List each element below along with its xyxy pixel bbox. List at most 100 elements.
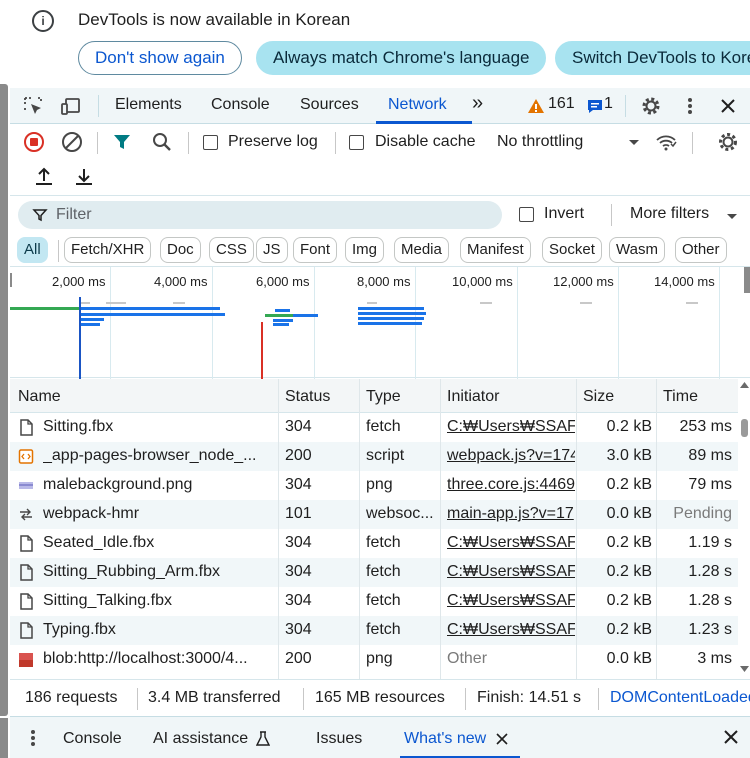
table-scrollbar[interactable] (738, 379, 750, 679)
chip-socket[interactable]: Socket (542, 237, 602, 263)
message-icon[interactable] (585, 95, 605, 117)
column-divider[interactable] (576, 379, 577, 679)
request-count: 186 requests (25, 689, 118, 706)
network-settings-gear-icon[interactable] (716, 130, 740, 154)
chip-all[interactable]: All (17, 237, 48, 263)
message-count[interactable]: 1 (604, 95, 613, 113)
chip-media[interactable]: Media (394, 237, 449, 263)
cell-initiator[interactable]: Other (447, 650, 575, 668)
drawer-tab-whats-new[interactable]: What's new (404, 730, 486, 748)
table-row[interactable]: Typing.fbx 304 fetch C:₩Users₩SSAFY₩ 0.2 kB 1… (10, 616, 738, 645)
cell-initiator[interactable]: three.core.js:4469 (447, 476, 575, 494)
network-overview-timeline[interactable]: 2,000 ms 4,000 ms 6,000 ms 8,000 ms 10,0… (10, 266, 750, 379)
cell-size: 0.2 kB (606, 563, 652, 580)
throttling-select[interactable]: No throttling (497, 133, 583, 151)
chevron-down-icon[interactable] (622, 130, 646, 154)
filter-field[interactable] (18, 201, 502, 229)
switch-devtools-language-button[interactable]: Switch DevTools to Korean (555, 41, 750, 75)
preserve-log-checkbox[interactable] (203, 135, 218, 150)
column-divider[interactable] (656, 379, 657, 679)
cell-status: 304 (285, 418, 312, 435)
network-conditions-wifi-icon[interactable] (654, 130, 678, 154)
scrollbar-thumb[interactable] (741, 419, 748, 437)
chip-img[interactable]: Img (345, 237, 385, 263)
chip-css[interactable]: CSS (209, 237, 254, 263)
tab-elements[interactable]: Elements (115, 96, 182, 114)
drawer-tab-issues[interactable]: Issues (316, 730, 362, 748)
chip-font[interactable]: Font (293, 237, 338, 263)
chip-doc[interactable]: Doc (160, 237, 201, 263)
disable-cache-label[interactable]: Disable cache (375, 133, 476, 151)
window-scrollbar[interactable] (0, 84, 8, 716)
drawer-menu-kebab-icon[interactable] (22, 727, 44, 749)
table-row[interactable]: malebackground.png 304 png three.core.js:44… (10, 471, 738, 500)
table-header: Name Status Type Initiator Size Time (10, 379, 738, 413)
scroll-down-arrow-icon[interactable] (740, 665, 749, 673)
table-row[interactable]: Sitting.fbx 304 fetch C:₩Users₩SSAFY₩ 0.2 kB… (10, 413, 738, 442)
export-har-download-icon[interactable] (72, 165, 96, 189)
drawer-tab-console[interactable]: Console (63, 730, 122, 748)
scroll-up-arrow-icon[interactable] (740, 381, 749, 389)
cell-time: Pending (673, 505, 732, 522)
filter-input[interactable] (56, 204, 486, 226)
filter-funnel-icon[interactable] (110, 130, 134, 154)
more-filters-dropdown[interactable]: More filters (630, 205, 709, 223)
table-row[interactable]: Sitting_Rubbing_Arm.fbx 304 fetch C:₩Users₩… (10, 558, 738, 587)
column-header-time[interactable]: Time (663, 388, 698, 406)
close-devtools-icon[interactable] (717, 95, 739, 117)
clear-log-icon[interactable] (60, 130, 84, 154)
table-row[interactable]: _app-pages-browser_node_... 200 script webp… (10, 442, 738, 471)
cell-initiator[interactable]: C:₩Users₩SSAFY₩ (447, 621, 575, 639)
chip-manifest[interactable]: Manifest (460, 237, 531, 263)
warning-icon[interactable] (526, 95, 546, 117)
column-divider[interactable] (359, 379, 360, 679)
import-har-upload-icon[interactable] (32, 165, 56, 189)
drawer-tab-ai-assistance[interactable]: AI assistance (153, 730, 248, 748)
chip-js[interactable]: JS (256, 237, 288, 263)
column-header-status[interactable]: Status (285, 388, 330, 406)
chip-fetch-xhr[interactable]: Fetch/XHR (64, 237, 152, 263)
column-header-type[interactable]: Type (366, 388, 401, 406)
device-toolbar-icon[interactable] (60, 95, 82, 117)
settings-gear-icon[interactable] (640, 95, 662, 117)
tab-console[interactable]: Console (211, 96, 270, 114)
cell-initiator[interactable]: C:₩Users₩SSAFY₩ (447, 592, 575, 610)
chevron-down-icon[interactable] (724, 208, 740, 224)
column-header-size[interactable]: Size (583, 388, 614, 406)
more-options-kebab-icon[interactable] (679, 95, 701, 117)
disable-cache-checkbox[interactable] (349, 135, 364, 150)
record-stop-icon[interactable] (22, 130, 46, 154)
inspect-element-icon[interactable] (22, 95, 44, 117)
websocket-icon (18, 506, 34, 523)
more-tabs-chevron-icon[interactable]: » (472, 92, 483, 115)
tab-network[interactable]: Network (388, 96, 447, 114)
cell-initiator[interactable]: C:₩Users₩SSAFY₩ (447, 418, 575, 436)
warning-count[interactable]: 161 (548, 95, 575, 113)
chip-other[interactable]: Other (675, 237, 727, 263)
table-row[interactable]: webpack-hmr 101 websoc... main-app.js?v=17 0… (10, 500, 738, 529)
invert-label[interactable]: Invert (544, 205, 584, 223)
close-tab-icon[interactable] (496, 733, 508, 745)
search-icon[interactable] (150, 130, 174, 154)
cell-initiator[interactable]: C:₩Users₩SSAFY₩ (447, 563, 575, 581)
cell-initiator[interactable]: C:₩Users₩SSAFY₩ (447, 534, 575, 552)
table-row[interactable]: Sitting_Talking.fbx 304 fetch C:₩Users₩SSAF… (10, 587, 738, 616)
table-row[interactable]: blob:http://localhost:3000/4... 200 png Oth… (10, 645, 738, 674)
cell-size: 3.0 kB (606, 447, 652, 464)
column-header-initiator[interactable]: Initiator (447, 388, 499, 406)
close-drawer-icon[interactable] (723, 729, 739, 745)
table-row[interactable]: Seated_Idle.fbx 304 fetch C:₩Users₩SSAFY₩ 0.… (10, 529, 738, 558)
cell-initiator[interactable]: main-app.js?v=17 (447, 505, 575, 523)
column-divider[interactable] (278, 379, 279, 679)
separator (465, 688, 466, 710)
preserve-log-label[interactable]: Preserve log (228, 133, 318, 151)
column-divider[interactable] (440, 379, 441, 679)
chip-wasm[interactable]: Wasm (609, 237, 665, 263)
cell-initiator[interactable]: webpack.js?v=174 (447, 447, 575, 465)
cell-status: 200 (285, 650, 312, 667)
match-chrome-language-button[interactable]: Always match Chrome's language (256, 41, 547, 75)
invert-checkbox[interactable] (519, 207, 534, 222)
column-header-name[interactable]: Name (18, 388, 61, 406)
tab-sources[interactable]: Sources (300, 96, 359, 114)
dont-show-again-button[interactable]: Don't show again (78, 41, 242, 75)
